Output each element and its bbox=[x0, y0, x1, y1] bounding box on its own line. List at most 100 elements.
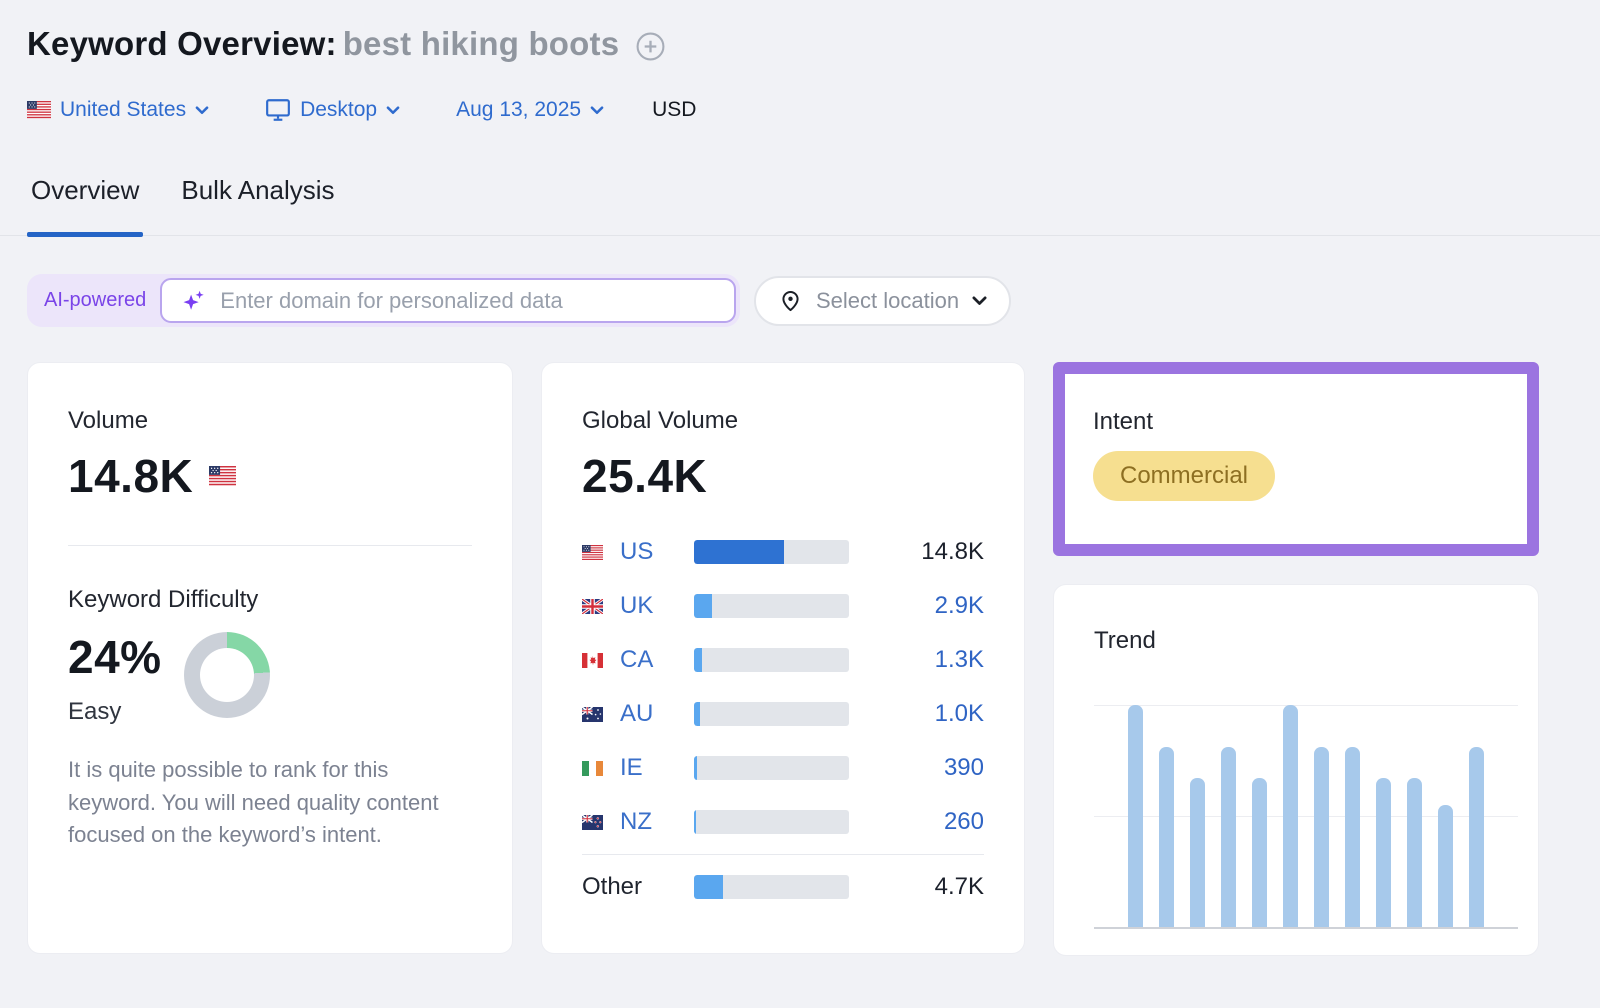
trend-bar bbox=[1252, 778, 1267, 927]
trend-bar bbox=[1345, 747, 1360, 927]
country-volume-value[interactable]: 1.0K bbox=[849, 700, 984, 728]
chevron-down-icon bbox=[195, 106, 209, 115]
trend-title: Trend bbox=[1094, 627, 1518, 655]
au-flag-icon bbox=[582, 707, 603, 722]
difficulty-donut-chart bbox=[184, 632, 270, 718]
country-code-link[interactable]: IE bbox=[620, 754, 643, 782]
filter-bar: United States Desktop Aug 13, 2025 USD bbox=[27, 96, 1570, 124]
divider bbox=[582, 854, 984, 855]
select-location-button[interactable]: Select location bbox=[754, 276, 1011, 326]
trend-bar bbox=[1438, 805, 1453, 927]
global-volume-rows: US14.8K UK 2.9K CA 1.3K AU 1.0K IE 390 NZ 260 Other… bbox=[582, 525, 984, 914]
volume-bar-fill bbox=[694, 756, 697, 780]
global-volume-row: NZ 260 bbox=[582, 795, 984, 849]
domain-input[interactable] bbox=[220, 288, 720, 314]
intent-badge: Commercial bbox=[1093, 451, 1275, 501]
intent-card: Intent Commercial bbox=[1065, 374, 1527, 544]
global-volume-other-row: Other4.7K bbox=[582, 860, 984, 914]
volume-bar-fill bbox=[694, 810, 696, 834]
donut-hole bbox=[200, 648, 254, 702]
page-title: Keyword Overview:best hiking boots bbox=[27, 22, 619, 66]
difficulty-level: Easy bbox=[68, 698, 162, 726]
tab-bulk-analysis[interactable]: Bulk Analysis bbox=[177, 174, 338, 206]
other-label: Other bbox=[582, 873, 642, 901]
volume-bar-track bbox=[694, 810, 849, 834]
global-volume-row: US14.8K bbox=[582, 525, 984, 579]
domain-input-box[interactable] bbox=[160, 278, 736, 323]
volume-bar-fill bbox=[694, 702, 700, 726]
intent-highlight-box: Intent Commercial bbox=[1053, 362, 1539, 556]
add-keyword-button[interactable] bbox=[635, 31, 666, 62]
global-volume-title: Global Volume bbox=[582, 407, 984, 435]
country-volume-value[interactable]: 1.3K bbox=[849, 646, 984, 674]
trend-bar bbox=[1376, 778, 1391, 927]
volume-bar-fill bbox=[694, 875, 723, 899]
us-flag-icon bbox=[27, 101, 51, 118]
tab-overview[interactable]: Overview bbox=[27, 174, 143, 206]
tab-bar: Overview Bulk Analysis bbox=[0, 174, 1600, 236]
trend-card: Trend bbox=[1053, 584, 1539, 956]
country-code-link[interactable]: CA bbox=[620, 646, 653, 674]
ai-domain-input-group: AI-powered bbox=[27, 274, 740, 327]
device-filter-label: Desktop bbox=[300, 98, 377, 122]
trend-bar bbox=[1314, 747, 1329, 927]
difficulty-description: It is quite possible to rank for this ke… bbox=[68, 754, 472, 852]
toolbar: AI-powered Select location bbox=[27, 274, 1570, 327]
divider bbox=[68, 545, 472, 546]
trend-bar bbox=[1407, 778, 1422, 927]
trend-bar bbox=[1469, 747, 1484, 927]
volume-title: Volume bbox=[68, 407, 472, 435]
global-volume-row: AU 1.0K bbox=[582, 687, 984, 741]
difficulty-percent: 24% bbox=[68, 630, 162, 684]
trend-bar bbox=[1190, 778, 1205, 927]
nz-flag-icon bbox=[582, 815, 603, 830]
uk-flag-icon bbox=[582, 599, 603, 614]
trend-bar bbox=[1283, 705, 1298, 927]
select-location-label: Select location bbox=[816, 288, 959, 314]
volume-bar-fill bbox=[694, 648, 702, 672]
trend-bar bbox=[1159, 747, 1174, 927]
page-title-label: Keyword Overview: bbox=[27, 25, 337, 62]
trend-chart bbox=[1094, 705, 1518, 929]
us-flag-icon bbox=[209, 466, 236, 485]
trend-bars bbox=[1094, 705, 1518, 927]
intent-title: Intent bbox=[1093, 408, 1499, 436]
volume-bar-track bbox=[694, 540, 849, 564]
country-filter-label: United States bbox=[60, 98, 186, 122]
currency-label: USD bbox=[652, 98, 696, 122]
chevron-down-icon bbox=[386, 106, 400, 115]
global-volume-row: CA 1.3K bbox=[582, 633, 984, 687]
ai-powered-badge: AI-powered bbox=[44, 289, 146, 312]
right-column: Intent Commercial Trend bbox=[1053, 362, 1539, 956]
volume-bar-fill bbox=[694, 540, 784, 564]
ca-flag-icon bbox=[582, 653, 603, 668]
volume-bar-track bbox=[694, 702, 849, 726]
volume-bar-track bbox=[694, 594, 849, 618]
country-volume-value[interactable]: 390 bbox=[849, 754, 984, 782]
sparkle-icon bbox=[180, 287, 208, 315]
global-volume-card: Global Volume 25.4K US14.8K UK 2.9K CA 1.3K A… bbox=[541, 362, 1025, 954]
volume-bar-track bbox=[694, 875, 849, 899]
country-code-link[interactable]: AU bbox=[620, 700, 653, 728]
country-code-link[interactable]: US bbox=[620, 538, 653, 566]
device-filter[interactable]: Desktop bbox=[265, 98, 400, 122]
country-volume-value[interactable]: 260 bbox=[849, 808, 984, 836]
us-flag-icon bbox=[582, 545, 603, 560]
date-filter[interactable]: Aug 13, 2025 bbox=[456, 98, 604, 122]
chevron-down-icon bbox=[972, 296, 987, 306]
global-volume-row: IE 390 bbox=[582, 741, 984, 795]
volume-bar-fill bbox=[694, 594, 712, 618]
page-title-keyword: best hiking boots bbox=[343, 25, 620, 62]
global-volume-value: 25.4K bbox=[582, 449, 984, 503]
metrics-grid: Volume 14.8K Keyword Difficulty 24% Easy… bbox=[27, 362, 1570, 956]
country-volume-value[interactable]: 2.9K bbox=[849, 592, 984, 620]
volume-bar-track bbox=[694, 648, 849, 672]
volume-value: 14.8K bbox=[68, 449, 193, 503]
country-code-link[interactable]: UK bbox=[620, 592, 653, 620]
country-filter[interactable]: United States bbox=[27, 98, 209, 122]
keyword-difficulty-title: Keyword Difficulty bbox=[68, 586, 472, 614]
country-code-link[interactable]: NZ bbox=[620, 808, 652, 836]
trend-bar bbox=[1221, 747, 1236, 927]
desktop-icon bbox=[265, 98, 291, 122]
ie-flag-icon bbox=[582, 761, 603, 776]
